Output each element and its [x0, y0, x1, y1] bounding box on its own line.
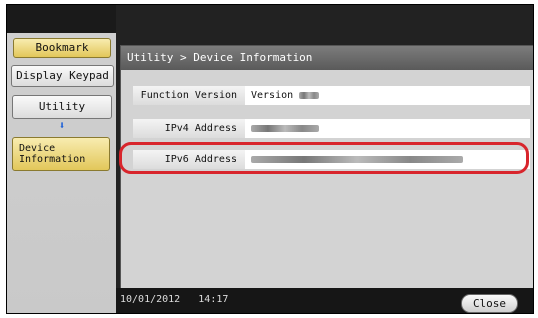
- time-text: 14:17: [198, 294, 229, 305]
- down-arrow-icon: ⬇: [58, 119, 66, 132]
- date-text: 10/01/2012: [120, 294, 181, 305]
- ipv4-address-value: [251, 119, 319, 138]
- function-version-row: Function Version Version: [133, 86, 530, 105]
- bookmark-button[interactable]: Bookmark: [13, 38, 111, 58]
- date-time: 10/01/2012 14:17: [120, 294, 228, 305]
- redacted-version-number: [299, 91, 320, 99]
- close-button[interactable]: Close: [461, 294, 518, 313]
- function-version-value: Version: [251, 86, 320, 105]
- display-keypad-button[interactable]: Display Keypad: [11, 65, 114, 87]
- device-info-line2: Information: [19, 154, 86, 165]
- device-information-button[interactable]: Device Information: [12, 137, 110, 171]
- breadcrumb: Utility > Device Information: [121, 46, 533, 70]
- utility-button[interactable]: Utility: [12, 95, 112, 119]
- left-panel: Bookmark Display Keypad Utility ⬇ Device…: [7, 5, 116, 313]
- version-text: Version: [251, 90, 294, 101]
- device-info-line1: Device: [19, 143, 56, 154]
- status-bar: 10/01/2012 14:17 Close: [116, 288, 533, 313]
- function-version-label: Function Version: [133, 86, 245, 105]
- redacted-ipv4: [251, 124, 319, 132]
- ipv4-address-row: IPv4 Address: [133, 119, 530, 138]
- ipv4-address-label: IPv4 Address: [133, 119, 245, 138]
- ipv6-highlight-outline: [119, 142, 529, 174]
